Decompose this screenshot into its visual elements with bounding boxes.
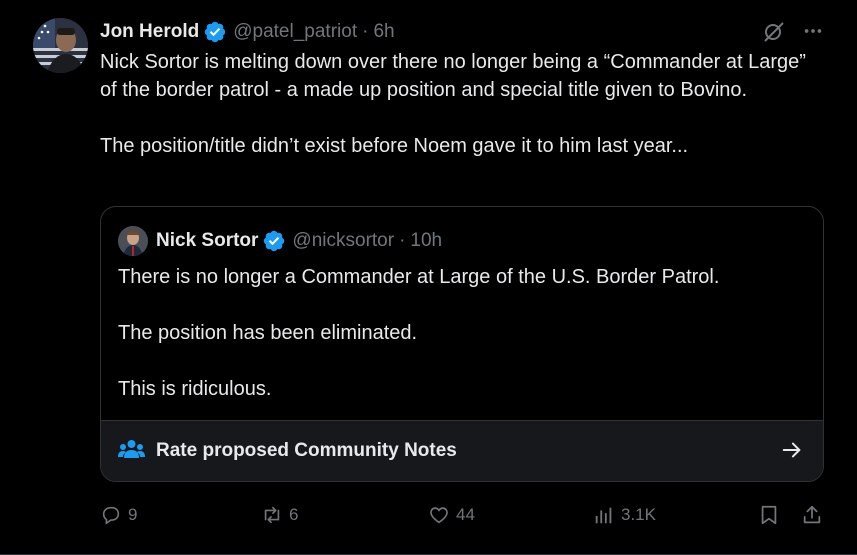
paragraph-spacer: [118, 347, 808, 375]
share-icon: [803, 505, 821, 524]
views-count: 3.1K: [621, 505, 656, 524]
views-icon: [595, 507, 612, 524]
like-count: 44: [456, 505, 475, 524]
tweet-text: Nick Sortor is melting down over there n…: [100, 48, 820, 160]
community-notes-icon: [118, 438, 145, 462]
quoted-avatar[interactable]: [118, 226, 148, 256]
more-icon[interactable]: [800, 18, 826, 44]
tweet[interactable]: Jon Herold @patel_patriot · 6h Nick Sort…: [0, 0, 857, 555]
paragraph-spacer: [100, 104, 820, 132]
community-notes-label: Rate proposed Community Notes: [156, 440, 457, 461]
bookmark-button[interactable]: [758, 500, 786, 530]
reply-button[interactable]: 9: [100, 500, 137, 530]
quoted-paragraph: The position has been eliminated.: [118, 322, 418, 344]
tweet-paragraph: The position/title didn’t exist before N…: [100, 135, 689, 157]
author-name[interactable]: Jon Herold: [100, 21, 199, 43]
grok-icon[interactable]: [762, 20, 786, 44]
share-button[interactable]: [801, 500, 829, 530]
verified-badge-icon: [203, 20, 227, 44]
quoted-author-name[interactable]: Nick Sortor: [156, 230, 258, 252]
action-bar: 9 6 44 3.1K: [100, 500, 830, 530]
tweet-header: Jon Herold @patel_patriot · 6h: [100, 18, 395, 46]
separator-dot: ·: [362, 21, 369, 42]
arrow-right-icon[interactable]: [781, 439, 803, 461]
paragraph-spacer: [118, 291, 808, 319]
quoted-paragraph: This is ridiculous.: [118, 378, 272, 400]
repost-icon: [264, 506, 280, 524]
reply-icon: [102, 506, 120, 525]
tweet-time[interactable]: 6h: [373, 21, 394, 43]
avatar[interactable]: [33, 18, 88, 73]
views-button[interactable]: 3.1K: [593, 500, 656, 530]
verified-badge-icon: [262, 229, 286, 253]
like-icon: [430, 507, 448, 524]
like-button[interactable]: 44: [428, 500, 475, 530]
quoted-tweet[interactable]: Nick Sortor @nicksortor · 10h There is n…: [100, 206, 824, 482]
quoted-time: 10h: [410, 230, 443, 251]
tweet-paragraph: Nick Sortor is melting down over there n…: [100, 51, 806, 101]
quoted-header: Nick Sortor @nicksortor · 10h: [118, 226, 443, 256]
separator-dot: ·: [399, 230, 406, 251]
repost-button[interactable]: 6: [261, 500, 298, 530]
quoted-paragraph: There is no longer a Commander at Large …: [118, 266, 720, 288]
community-notes-bar[interactable]: Rate proposed Community Notes: [101, 420, 823, 481]
bookmark-icon: [761, 505, 777, 525]
quoted-text: There is no longer a Commander at Large …: [118, 263, 808, 403]
reply-count: 9: [128, 505, 138, 524]
author-handle[interactable]: @patel_patriot: [233, 21, 357, 43]
repost-count: 6: [289, 505, 299, 524]
quoted-handle: @nicksortor: [292, 230, 395, 251]
